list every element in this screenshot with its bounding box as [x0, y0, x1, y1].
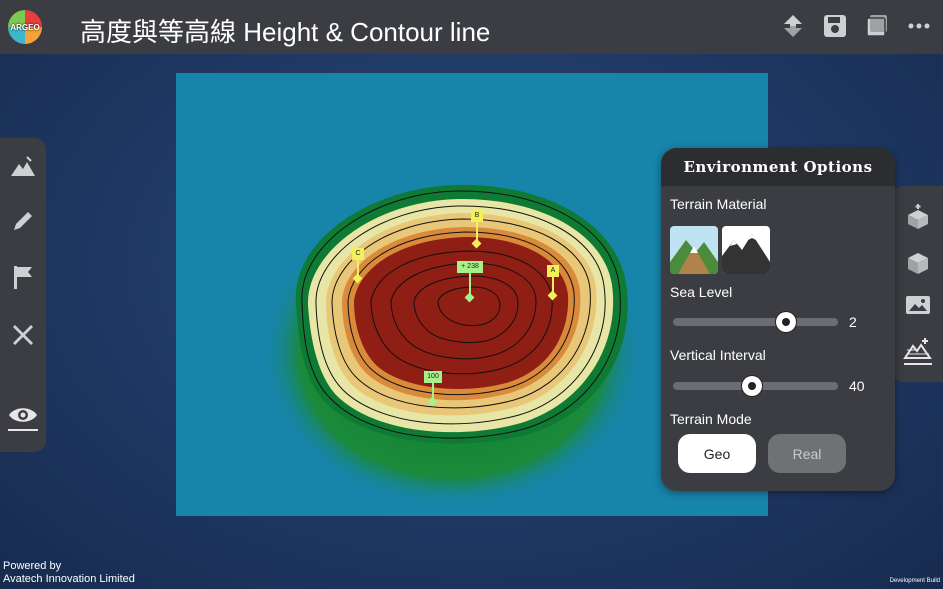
image-icon[interactable]: [903, 290, 933, 320]
panel-title: Environment Options: [661, 148, 895, 186]
terrain-sparkle-icon[interactable]: [903, 336, 933, 366]
save-icon[interactable]: [821, 12, 849, 40]
powered-by-line2: Avatech Innovation Limited: [3, 573, 135, 585]
material-option-mono[interactable]: [722, 226, 770, 274]
environment-options-panel: Environment Options Terrain Material Sea…: [661, 148, 895, 491]
powered-by-line1: Powered by: [3, 560, 62, 572]
box-add-icon[interactable]: [903, 202, 933, 232]
map-marker-b[interactable]: B: [471, 210, 483, 250]
terrain-icon[interactable]: [8, 152, 38, 182]
material-option-color[interactable]: [670, 226, 718, 274]
mode-real-button[interactable]: Real: [768, 434, 846, 473]
vertical-interval-value: 40: [849, 378, 865, 394]
map-marker-100[interactable]: 100: [424, 371, 442, 407]
terrain-material-label: Terrain Material: [670, 196, 767, 212]
map-marker-c[interactable]: C: [352, 248, 364, 284]
sea-level-slider-handle[interactable]: [776, 312, 796, 332]
sea-level-label: Sea Level: [670, 284, 733, 300]
terrain-mode-label: Terrain Mode: [670, 411, 752, 427]
flag-icon[interactable]: [8, 262, 38, 292]
mode-geo-button[interactable]: Geo: [678, 434, 756, 473]
marker-label: 100: [424, 371, 442, 383]
app-logo[interactable]: ARGEO: [8, 10, 42, 44]
marker-label: A: [547, 265, 559, 277]
map-marker-peak[interactable]: + 238: [457, 261, 483, 303]
book-icon[interactable]: [863, 12, 891, 40]
right-toolbar: [891, 186, 943, 382]
dev-build-label: Development Build: [889, 578, 940, 584]
vertical-interval-label: Vertical Interval: [670, 347, 766, 363]
map-marker-a[interactable]: A: [547, 265, 559, 301]
vertical-interval-slider[interactable]: [673, 376, 838, 396]
powered-by: Powered by Avatech Innovation Limited: [3, 560, 135, 586]
marker-label: + 238: [457, 261, 483, 273]
page-title: 高度與等高線 Height & Contour line: [80, 17, 491, 47]
pencil-icon[interactable]: [8, 206, 38, 236]
sea-level-value: 2: [849, 314, 857, 330]
box-rotate-icon[interactable]: [903, 248, 933, 278]
vertical-interval-slider-handle[interactable]: [742, 376, 762, 396]
logo-text: ARGEO: [10, 22, 40, 32]
sea-level-slider[interactable]: [673, 312, 838, 332]
left-toolbar: [0, 138, 46, 452]
measure-icon[interactable]: [8, 320, 38, 350]
top-actions: [779, 12, 933, 40]
marker-label: B: [471, 210, 483, 222]
upload-download-icon[interactable]: [779, 12, 807, 40]
eye-icon[interactable]: [6, 402, 40, 432]
marker-label: C: [352, 248, 364, 260]
more-icon[interactable]: [905, 12, 933, 40]
top-bar: ARGEO 高度與等高線 Height & Contour line: [0, 0, 943, 54]
